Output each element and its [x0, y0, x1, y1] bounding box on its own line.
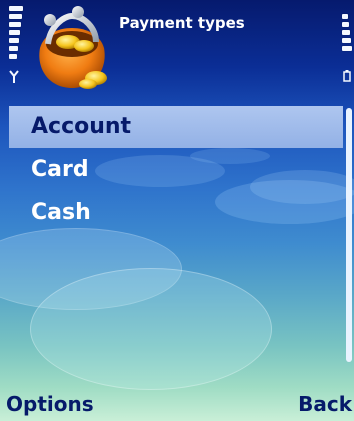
scrollbar-thumb[interactable]: [346, 108, 352, 362]
phone-screen: Payment types Account Card Cash Options …: [0, 0, 354, 421]
list-item-cash[interactable]: Cash: [9, 191, 343, 234]
scrollbar[interactable]: [346, 108, 352, 362]
background-bubble: [30, 268, 272, 390]
payment-type-list: Account Card Cash: [9, 106, 343, 234]
coin-purse-icon: [39, 6, 107, 89]
back-softkey[interactable]: Back: [298, 392, 352, 416]
signal-strength-icon: [9, 6, 23, 83]
battery-level-icon: [342, 14, 352, 82]
battery-icon: [343, 70, 351, 82]
antenna-icon: [9, 70, 19, 83]
list-item-account[interactable]: Account: [9, 106, 343, 148]
page-title: Payment types: [119, 14, 245, 32]
list-item-card[interactable]: Card: [9, 148, 343, 191]
options-softkey[interactable]: Options: [6, 392, 94, 416]
